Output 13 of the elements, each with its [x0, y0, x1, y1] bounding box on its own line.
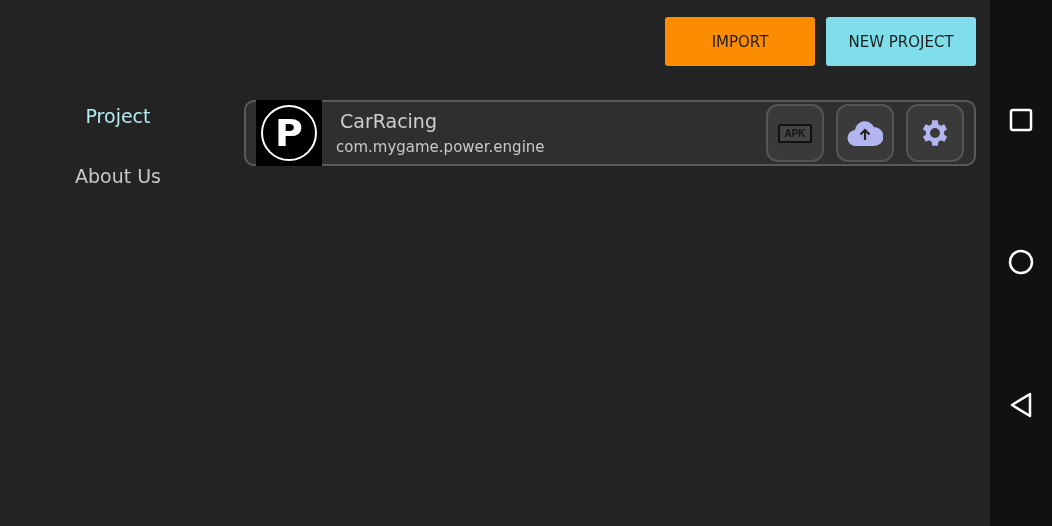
cloud-upload-icon	[847, 118, 883, 148]
back-icon[interactable]	[1009, 391, 1033, 418]
home-icon[interactable]	[1008, 249, 1034, 275]
project-logo: P	[256, 100, 322, 166]
new-project-button[interactable]: NEW PROJECT	[826, 17, 976, 66]
upload-button[interactable]	[836, 104, 894, 162]
recents-icon[interactable]	[1009, 108, 1033, 133]
settings-button[interactable]	[906, 104, 964, 162]
sidebar-item[interactable]: Project	[85, 105, 151, 127]
project-name: CarRacing	[339, 110, 438, 132]
package-name: com.mygame.power.engine	[336, 138, 546, 156]
sidebar-item[interactable]: About Us	[75, 165, 161, 187]
import-button[interactable]: IMPORT	[665, 17, 815, 66]
